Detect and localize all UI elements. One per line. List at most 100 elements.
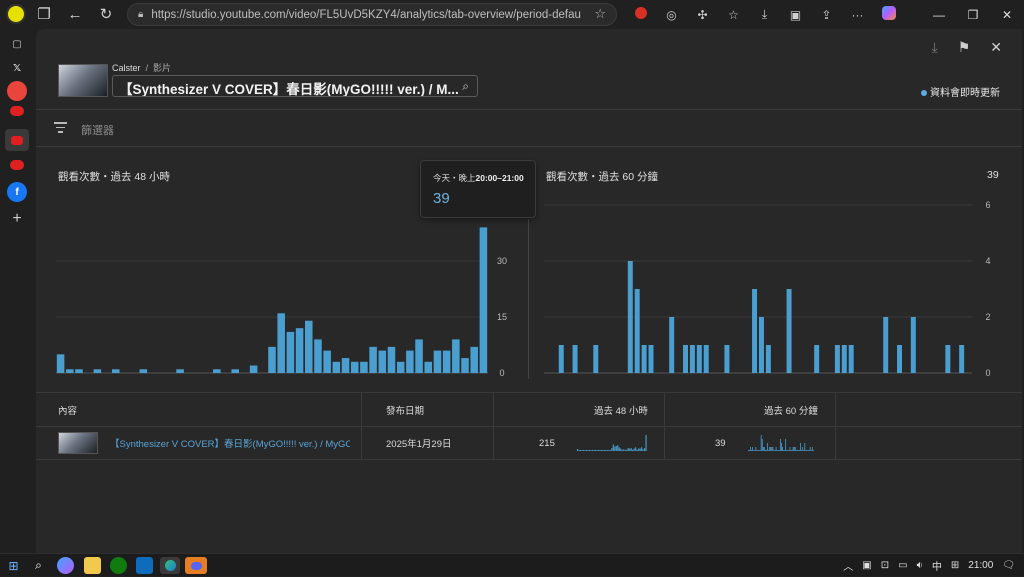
chart-bar[interactable] <box>479 227 488 373</box>
chart-bar[interactable] <box>703 345 709 373</box>
chart-bar[interactable] <box>758 317 764 373</box>
chart-bar[interactable] <box>572 345 578 373</box>
extension-gray-icon[interactable]: ◎ <box>656 8 687 22</box>
chart-bar[interactable] <box>93 369 102 373</box>
chart-bar[interactable] <box>341 358 350 373</box>
chart-bar[interactable] <box>848 345 854 373</box>
chart-bar[interactable] <box>641 345 647 373</box>
youtube-active-tab-icon[interactable] <box>5 129 29 151</box>
back-icon[interactable]: ← <box>64 4 86 26</box>
chart-bar[interactable] <box>461 358 469 373</box>
chart-bar[interactable] <box>765 345 771 373</box>
extension-red-icon[interactable] <box>625 7 656 22</box>
share-icon[interactable]: ⇪ <box>811 8 842 22</box>
edge-taskbar-icon[interactable] <box>160 557 180 574</box>
restore-icon[interactable]: ❐ <box>956 8 990 22</box>
chart-bar[interactable] <box>945 345 951 373</box>
tray-ime[interactable]: 中 <box>932 558 942 573</box>
tray-network-icon[interactable]: ⊡ <box>881 560 889 571</box>
breadcrumb-channel[interactable]: Calster <box>112 63 141 73</box>
chart-bar[interactable] <box>897 345 903 373</box>
tray-display-icon[interactable]: ▭ <box>898 560 907 571</box>
chart-bar[interactable] <box>470 346 478 373</box>
chart-bar[interactable] <box>683 345 689 373</box>
tray-input-icon[interactable]: ⊞ <box>951 560 959 571</box>
minimize-icon[interactable]: — <box>922 8 956 22</box>
chart-bar[interactable] <box>634 289 640 373</box>
tray-volume-icon[interactable]: 🔉︎ <box>917 560 923 571</box>
outlook-icon[interactable] <box>136 557 153 574</box>
tray-clock[interactable]: 21:00 <box>968 560 993 571</box>
chart-bar[interactable] <box>415 339 423 373</box>
row-title[interactable]: 【Synthesizer V COVER】春日影(MyGO!!!!! ver.)… <box>110 436 350 450</box>
add-tab-icon[interactable]: + <box>7 209 27 229</box>
profile-avatar[interactable] <box>6 4 26 24</box>
refresh-icon[interactable]: ↻ <box>95 4 117 26</box>
chart-bar[interactable] <box>433 350 442 373</box>
chart-bar[interactable] <box>959 345 965 373</box>
close-window-icon[interactable]: ✕ <box>990 8 1024 22</box>
chart-bar[interactable] <box>176 369 184 373</box>
chart-bar[interactable] <box>249 365 258 373</box>
chart-bar[interactable] <box>424 361 433 373</box>
xbox-icon[interactable] <box>110 557 127 574</box>
chart-bar[interactable] <box>323 350 331 373</box>
favorites-icon[interactable]: ☆ <box>718 8 749 22</box>
chart-bar[interactable] <box>332 361 341 373</box>
table-row[interactable]: 【Synthesizer V COVER】春日影(MyGO!!!!! ver.)… <box>36 427 1022 460</box>
chart-bar[interactable] <box>314 339 322 373</box>
close-icon[interactable]: ✕ <box>990 39 1002 56</box>
chart-bar[interactable] <box>689 345 695 373</box>
col-48h[interactable]: 過去 48 小時 <box>594 393 648 426</box>
extensions-puzzle-icon[interactable]: ✣ <box>687 8 718 22</box>
chart-bar[interactable] <box>139 369 148 373</box>
chart-bar[interactable] <box>66 369 74 373</box>
chart-bar[interactable] <box>786 289 792 373</box>
chart-bar[interactable] <box>213 369 221 373</box>
chart-bar[interactable] <box>277 313 285 373</box>
video-selector[interactable]: 【Synthesizer V COVER】春日影(MyGO!!!!! ver.)… <box>112 75 478 97</box>
file-explorer-icon[interactable] <box>84 557 101 574</box>
chart-bar[interactable] <box>627 261 633 373</box>
workspaces-icon[interactable]: ❐ <box>33 4 55 26</box>
screenshot-icon[interactable]: ▣ <box>780 8 811 22</box>
notifications-icon[interactable]: 🗨︎ <box>1002 560 1015 571</box>
feedback-icon[interactable]: ⚑ <box>958 39 971 56</box>
chart-bar[interactable] <box>396 361 405 373</box>
chart-bar[interactable] <box>350 361 359 373</box>
filter-placeholder[interactable]: 篩選器 <box>81 122 114 138</box>
address-bar[interactable]: 🔒︎ https://studio.youtube.com/video/FL5U… <box>127 3 617 26</box>
facebook-icon[interactable]: f <box>7 182 27 202</box>
chart-bar[interactable] <box>593 345 599 373</box>
chart-bar[interactable] <box>111 369 120 373</box>
downloads-icon[interactable]: ⤓ <box>749 7 780 22</box>
chart-bar[interactable] <box>724 345 730 373</box>
chart-bar[interactable] <box>304 320 313 373</box>
chart-bar[interactable] <box>814 345 820 373</box>
chart-bar[interactable] <box>910 317 916 373</box>
chart-bar[interactable] <box>378 350 387 373</box>
youtube-icon-2[interactable] <box>10 160 24 170</box>
chart-bar[interactable] <box>56 354 65 373</box>
chart-bar[interactable] <box>883 317 889 373</box>
tab-actions-icon[interactable]: ▢ <box>7 34 27 54</box>
chart-bar[interactable] <box>648 345 654 373</box>
chart-bar[interactable] <box>387 346 396 373</box>
search-icon[interactable]: ⌕ <box>462 79 469 94</box>
youtube-icon[interactable] <box>10 106 24 116</box>
copilot-icon[interactable] <box>873 6 904 23</box>
copilot-taskbar-icon[interactable] <box>57 557 74 574</box>
tray-app-icon[interactable]: ▣ <box>862 560 871 571</box>
tray-chevron-icon[interactable]: ︿ <box>843 558 853 573</box>
chart-bar[interactable] <box>295 328 304 373</box>
chart-bar[interactable] <box>442 350 451 373</box>
app-red-icon[interactable] <box>7 81 27 101</box>
chart-bar[interactable] <box>231 369 240 373</box>
chart-bar[interactable] <box>452 339 460 373</box>
filter-bar[interactable]: 篩選器 <box>36 109 1022 147</box>
chart-bar[interactable] <box>669 317 675 373</box>
row-content[interactable]: 【Synthesizer V COVER】春日影(MyGO!!!!! ver.)… <box>58 427 350 459</box>
chart-bar[interactable] <box>841 345 847 373</box>
favorite-star-icon[interactable]: ☆ <box>594 6 606 22</box>
col-60m[interactable]: 過去 60 分鐘 <box>764 393 818 426</box>
